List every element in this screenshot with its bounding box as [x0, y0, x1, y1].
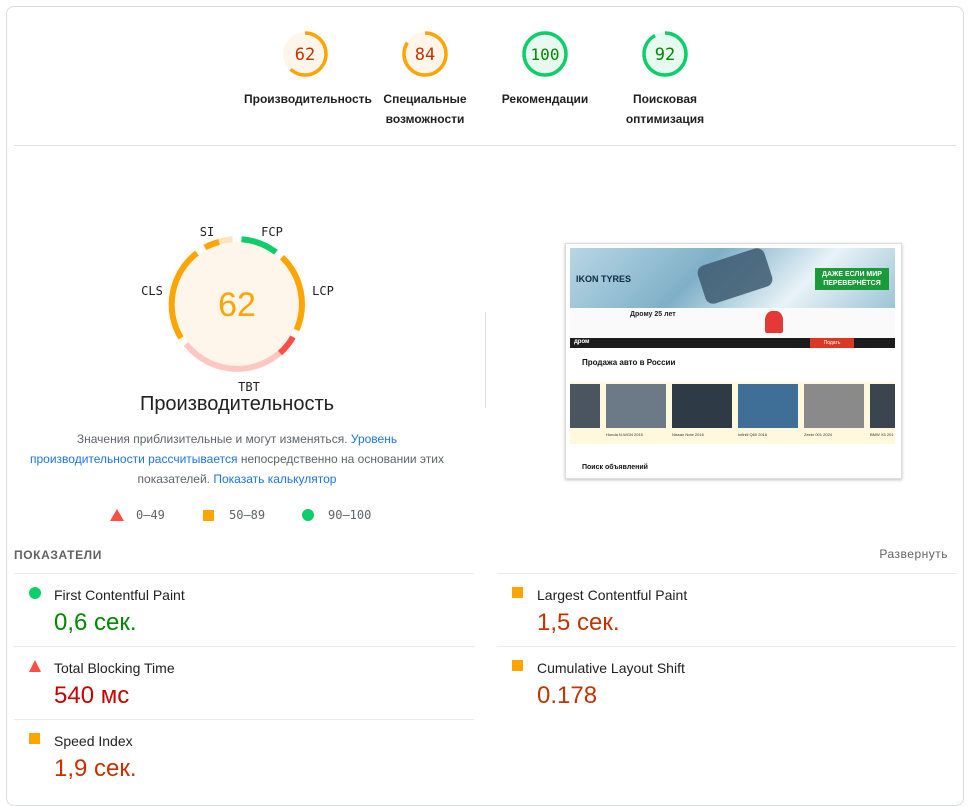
metric-value: 1,5 сек. — [537, 609, 620, 636]
legend-average: 50–89 — [203, 508, 265, 522]
si-label: SI — [200, 225, 214, 239]
metric-cls: Cumulative Layout Shift 0.178 — [497, 648, 956, 720]
car-image — [804, 384, 864, 428]
row-divider — [14, 646, 474, 647]
site-search-title: Поиск объявлений — [582, 464, 648, 471]
site-nav-bar: дром Подать объявление — [570, 338, 895, 356]
average-square-icon — [512, 660, 523, 671]
lcp-label: LCP — [312, 284, 334, 298]
promo-mascot-image — [765, 311, 783, 333]
cls-label: CLS — [141, 284, 163, 298]
car-title: Honda N-WGN 2015 — [606, 432, 643, 437]
average-square-icon — [203, 509, 214, 521]
metric-name: Cumulative Layout Shift — [537, 660, 685, 676]
section-divider — [14, 145, 956, 146]
banner-brand: IKON TYRES — [576, 274, 632, 284]
gauge-label: Специальные возможности — [383, 92, 467, 126]
gauge-label: Поисковая оптимизация — [625, 92, 705, 126]
metrics-header: ПОКАЗАТЕЛИ — [14, 548, 102, 562]
average-square-icon — [29, 733, 40, 744]
pass-circle-icon — [302, 509, 314, 521]
site-logo: дром — [574, 339, 590, 345]
gauge-ring: 84 — [402, 31, 448, 77]
gauge-ring: 92 — [642, 31, 688, 77]
car-image — [672, 384, 732, 428]
performance-gauge: 62 SI FCP LCP TBT CLS — [141, 225, 334, 394]
metric-name: First Contentful Paint — [54, 587, 185, 603]
row-divider — [497, 573, 956, 574]
gauge-ring: 62 — [282, 31, 328, 77]
fail-triangle-icon — [29, 660, 41, 672]
fail-triangle-icon — [110, 509, 124, 521]
ad-banner: IKON TYRES ДАЖЕ ЕСЛИ МИР ПЕРЕВЕРНЁТСЯ — [570, 246, 895, 308]
row-divider — [497, 646, 956, 647]
banner-car-image — [695, 246, 775, 306]
car-image — [570, 384, 600, 428]
score-legend: 0–49 50–89 90–100 — [0, 508, 474, 528]
promo-strip: Дрому 25 лет — [570, 308, 895, 338]
metric-tbt: Total Blocking Time 540 мс — [14, 648, 474, 720]
calculator-link[interactable]: Показать калькулятор — [213, 472, 336, 486]
average-square-icon — [512, 587, 523, 598]
site-section-title: Продажа авто в России — [582, 358, 676, 367]
gauge-score: 92 — [655, 45, 675, 65]
banner-slogan: ДАЖЕ ЕСЛИ МИР ПЕРЕВЕРНЁТСЯ — [815, 268, 889, 290]
gauge-score: 100 — [531, 45, 560, 64]
gauge-label: Рекомендации — [501, 92, 589, 106]
expand-toggle[interactable]: Развернуть — [879, 547, 948, 561]
metric-value: 1,9 сек. — [54, 755, 137, 782]
car-title: Infiniti Q60 2016 — [738, 432, 768, 437]
post-ad-button: Подать объявление — [810, 338, 854, 356]
car-title: BMW X5 201 — [870, 432, 894, 437]
car-title: Nissan Note 2016 — [672, 432, 704, 437]
metric-name: Total Blocking Time — [54, 660, 175, 676]
pass-circle-icon — [29, 587, 41, 599]
row-divider — [14, 573, 474, 574]
cars-row: Honda N-WGN 2015 Nissan Note 2016 Infini… — [570, 382, 895, 444]
metric-si: Speed Index 1,9 сек. — [14, 721, 474, 793]
gauge-performance[interactable]: 62 Производительность — [244, 30, 372, 120]
fcp-label: FCP — [261, 225, 283, 239]
legend-fail-range: 0–49 — [136, 508, 165, 522]
car-image — [606, 384, 666, 428]
performance-description: Значения приблизительные и могут изменят… — [30, 429, 444, 489]
car-image — [870, 384, 895, 428]
desc-text-1: Значения приблизительные и могут изменят… — [76, 432, 348, 446]
vertical-divider — [485, 312, 486, 408]
row-divider — [14, 719, 474, 720]
gauge-score: 84 — [415, 45, 435, 65]
promo-title: Дрому 25 лет — [630, 311, 676, 318]
performance-title: Производительность — [139, 393, 335, 415]
legend-average-range: 50–89 — [229, 508, 266, 522]
car-title: Zeekr 001 2024 — [804, 432, 833, 437]
legend-pass: 90–100 — [302, 508, 371, 522]
gauge-best-practices[interactable]: 100 Рекомендации — [492, 30, 598, 120]
car-image — [738, 384, 798, 428]
metric-name: Largest Contentful Paint — [537, 587, 688, 603]
gauge-accessibility[interactable]: 84 Специальные возможности — [372, 30, 478, 130]
category-gauges: 62 Производительность 84 Специальные воз… — [0, 0, 972, 140]
metric-value: 0.178 — [537, 682, 598, 709]
legend-pass-range: 90–100 — [328, 508, 372, 522]
gauge-seo[interactable]: 92 Поисковая оптимизация — [612, 30, 718, 130]
metric-name: Speed Index — [54, 733, 133, 749]
final-screenshot[interactable]: IKON TYRES ДАЖЕ ЕСЛИ МИР ПЕРЕВЕРНЁТСЯ Др… — [565, 243, 902, 479]
gauge-ring: 100 — [522, 31, 568, 77]
gauge-label: Производительность — [244, 92, 372, 106]
metric-value: 0,6 сек. — [54, 609, 137, 636]
metric-value: 540 мс — [54, 682, 130, 709]
metric-lcp: Largest Contentful Paint 1,5 сек. — [497, 575, 956, 647]
performance-score: 62 — [218, 286, 256, 324]
tbt-label: TBT — [238, 380, 260, 394]
legend-fail: 0–49 — [110, 508, 165, 522]
gauge-score: 62 — [295, 45, 315, 65]
metric-fcp: First Contentful Paint 0,6 сек. — [14, 575, 474, 647]
